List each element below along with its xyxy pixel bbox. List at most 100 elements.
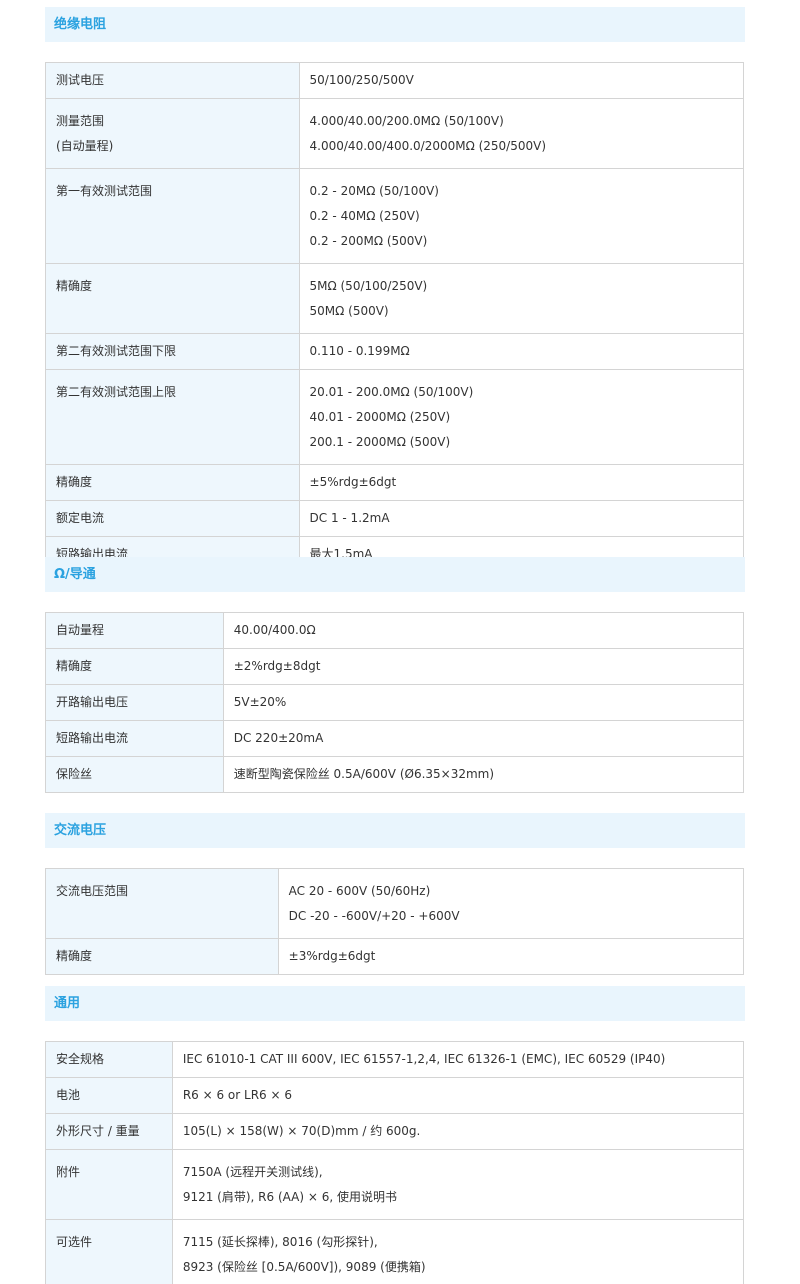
spec-value: AC 20 - 600V (50/60Hz) (288, 884, 431, 898)
spec-value-cell: DC 220±20mA (222, 720, 745, 757)
spec-value-cell: 105(L) × 158(W) × 70(D)mm / 约 600g. (171, 1113, 745, 1150)
spec-value-cell: 0.2 - 20MΩ (50/100V) 0.2 - 40MΩ (250V) 0.2… (298, 168, 745, 264)
table-row: 外形尺寸 / 重量 105(L) × 158(W) × 70(D)mm / 约 6… (45, 1113, 745, 1150)
spec-value-cell: IEC 61010-1 CAT III 600V, IEC 61557-1,2,… (171, 1041, 745, 1078)
spec-value-cell: 速断型陶瓷保险丝 0.5A/600V (Ø6.35×32mm) (222, 756, 745, 793)
spec-value-cell: 50/100/250/500V (298, 62, 745, 99)
spec-value-cell: 20.01 - 200.0MΩ (50/100V) 40.01 - 2000MΩ … (298, 369, 745, 465)
spec-label: 可选件 (56, 1235, 93, 1249)
spec-label: 开路输出电压 (56, 695, 129, 709)
spec-value: 4.000/40.00/200.0MΩ (50/100V) (309, 114, 504, 128)
table-row: 第一有效测试范围 0.2 - 20MΩ (50/100V) 0.2 - 40MΩ (… (45, 168, 745, 264)
table-row: 精确度 ±2%rdg±8dgt (45, 648, 745, 685)
section-ac-voltage: 交流电压 交流电压范围 AC 20 - 600V (50/60Hz) DC -20 … (45, 813, 745, 975)
spec-label-cell: 精确度 (45, 648, 224, 685)
spec-value: 5V±20% (233, 695, 287, 709)
table-row: 开路输出电压 5V±20% (45, 684, 745, 721)
spec-value-cell: 4.000/40.00/200.0MΩ (50/100V) 4.000/40.00… (298, 98, 745, 169)
table-row: 安全规格 IEC 61010-1 CAT III 600V, IEC 61557-… (45, 1041, 745, 1078)
spec-label: 保险丝 (56, 767, 93, 781)
spec-label-cell: 自动量程 (45, 612, 224, 649)
spec-label: (自动量程) (56, 139, 114, 153)
spec-table: 安全规格 IEC 61010-1 CAT III 600V, IEC 61557-… (45, 1041, 745, 1284)
spec-label-cell: 额定电流 (45, 500, 300, 537)
spec-value: ±2%rdg±8dgt (233, 659, 321, 673)
spec-label-cell: 第二有效测试范围上限 (45, 369, 300, 465)
spec-table: 交流电压范围 AC 20 - 600V (50/60Hz) DC -20 - -60… (45, 868, 745, 975)
spec-label-cell: 精确度 (45, 938, 279, 975)
table-row: 额定电流 DC 1 - 1.2mA (45, 500, 745, 537)
table-row: 可选件 7115 (延长探棒), 8016 (勾形探针), 8923 (保险丝 [0… (45, 1219, 745, 1284)
spec-label: 第二有效测试范围上限 (56, 385, 177, 399)
table-row: 交流电压范围 AC 20 - 600V (50/60Hz) DC -20 - -60… (45, 868, 745, 939)
spec-value: 0.110 - 0.199MΩ (309, 344, 410, 358)
spec-label: 精确度 (56, 475, 93, 489)
spec-value-cell: 7150A (远程开关测试线), 9121 (肩带), R6 (AA) × 6, … (171, 1149, 745, 1220)
spec-label-cell: 开路输出电压 (45, 684, 224, 721)
spec-value: R6 × 6 or LR6 × 6 (182, 1088, 292, 1102)
spec-label-cell: 测量范围 (自动量程) (45, 98, 300, 169)
spec-value-cell: 40.00/400.0Ω (222, 612, 745, 649)
spec-value: 5MΩ (50/100/250V) (309, 279, 428, 293)
spec-label: 第二有效测试范围下限 (56, 344, 177, 358)
spec-value-cell: ±2%rdg±8dgt (222, 648, 745, 685)
spec-label: 测试电压 (56, 73, 105, 87)
section-insulation-resistance: 绝缘电阻 测试电压 50/100/250/500V 测量范围 (自动量程) 4.000/… (45, 7, 745, 573)
spec-table: 测试电压 50/100/250/500V 测量范围 (自动量程) 4.000/40.00… (45, 62, 745, 573)
table-row: 测试电压 50/100/250/500V (45, 62, 745, 99)
spec-label: 短路输出电流 (56, 731, 129, 745)
spec-label: 第一有效测试范围 (56, 184, 153, 198)
spec-label: 精确度 (56, 949, 93, 963)
spec-label: 附件 (56, 1165, 81, 1179)
spec-value: 0.2 - 200MΩ (500V) (309, 234, 428, 248)
spec-value: DC 1 - 1.2mA (309, 511, 390, 525)
spec-label-cell: 保险丝 (45, 756, 224, 793)
spec-value: 50/100/250/500V (309, 73, 414, 87)
section-title: 通用 (45, 986, 745, 1021)
spec-label-cell: 精确度 (45, 263, 300, 334)
table-row: 精确度 ±3%rdg±6dgt (45, 938, 745, 975)
table-row: 附件 7150A (远程开关测试线), 9121 (肩带), R6 (AA) × 6… (45, 1149, 745, 1220)
spec-label-cell: 交流电压范围 (45, 868, 279, 939)
spec-label: 测量范围 (56, 114, 105, 128)
section-title: 绝缘电阻 (45, 7, 745, 42)
spec-label-cell: 外形尺寸 / 重量 (45, 1113, 173, 1150)
spec-value-cell: ±3%rdg±6dgt (277, 938, 745, 975)
spec-value: 50MΩ (500V) (309, 304, 389, 318)
spec-label-cell: 安全规格 (45, 1041, 173, 1078)
spec-label: 交流电压范围 (56, 884, 129, 898)
spec-value: 0.2 - 20MΩ (50/100V) (309, 184, 439, 198)
spec-label: 精确度 (56, 279, 93, 293)
spec-value: ±5%rdg±6dgt (309, 475, 397, 489)
spec-label: 外形尺寸 / 重量 (56, 1124, 140, 1138)
spec-label-cell: 可选件 (45, 1219, 173, 1284)
spec-value-cell: DC 1 - 1.2mA (298, 500, 745, 537)
spec-value: DC 220±20mA (233, 731, 324, 745)
spec-value: 8923 (保险丝 [0.5A/600V]), 9089 (便携箱) (182, 1260, 426, 1274)
table-row: 精确度 ±5%rdg±6dgt (45, 464, 745, 501)
spec-table: 自动量程 40.00/400.0Ω 精确度 ±2%rdg±8dgt 开路输出电压 5V±2… (45, 612, 745, 793)
spec-value: 20.01 - 200.0MΩ (50/100V) (309, 385, 474, 399)
spec-value-cell: 5V±20% (222, 684, 745, 721)
spec-value-cell: AC 20 - 600V (50/60Hz) DC -20 - -600V/+20… (277, 868, 745, 939)
spec-value: 105(L) × 158(W) × 70(D)mm / 约 600g. (182, 1124, 421, 1138)
spec-value: 40.00/400.0Ω (233, 623, 316, 637)
section-general: 通用 安全规格 IEC 61010-1 CAT III 600V, IEC 615… (45, 986, 745, 1284)
spec-value: 速断型陶瓷保险丝 0.5A/600V (Ø6.35×32mm) (233, 767, 495, 781)
table-row: 第二有效测试范围上限 20.01 - 200.0MΩ (50/100V) 40.01… (45, 369, 745, 465)
table-row: 自动量程 40.00/400.0Ω (45, 612, 745, 649)
spec-value: ±3%rdg±6dgt (288, 949, 376, 963)
spec-value-cell: R6 × 6 or LR6 × 6 (171, 1077, 745, 1114)
spec-label-cell: 短路输出电流 (45, 720, 224, 757)
section-title: 交流电压 (45, 813, 745, 848)
spec-value: IEC 61010-1 CAT III 600V, IEC 61557-1,2,… (182, 1052, 666, 1066)
spec-value-cell: 7115 (延长探棒), 8016 (勾形探针), 8923 (保险丝 [0.5A… (171, 1219, 745, 1284)
spec-value: 7115 (延长探棒), 8016 (勾形探针), (182, 1235, 378, 1249)
spec-label-cell: 电池 (45, 1077, 173, 1114)
spec-label-cell: 第二有效测试范围下限 (45, 333, 300, 370)
spec-label: 安全规格 (56, 1052, 105, 1066)
spec-label-cell: 测试电压 (45, 62, 300, 99)
spec-label: 精确度 (56, 659, 93, 673)
section-ohm-continuity: Ω/导通 自动量程 40.00/400.0Ω 精确度 ±2%rdg±8dgt 开路输出电… (45, 557, 745, 793)
spec-value: 7150A (远程开关测试线), (182, 1165, 323, 1179)
